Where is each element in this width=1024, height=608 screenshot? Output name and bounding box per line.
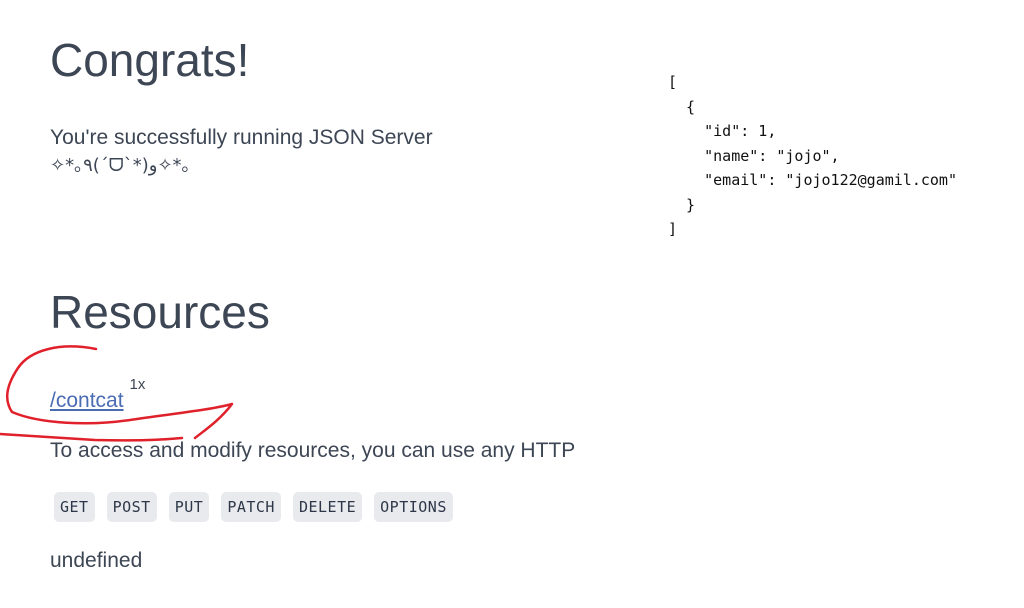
resource-item: /contcat 1x [50, 376, 145, 416]
resources-title: Resources [50, 286, 270, 338]
http-methods-list: GET POST PUT PATCH DELETE OPTIONS [54, 492, 453, 522]
resource-link-contcat[interactable]: /contcat [50, 389, 124, 412]
resource-count: 1x [129, 376, 146, 393]
method-put: PUT [168, 492, 210, 522]
method-patch: PATCH [221, 492, 281, 522]
intro-text: You're successfully running JSON Server … [50, 124, 433, 180]
method-post: POST [106, 492, 157, 522]
json-preview: [ { "id": 1, "name": "jojo", "email": "j… [668, 73, 957, 238]
congrats-title: Congrats! [50, 34, 250, 86]
kaomoji: ✧*｡٩(ˊᗜˋ*)و✧*｡ [50, 155, 191, 176]
http-description: To access and modify resources, you can … [50, 439, 576, 462]
method-delete: DELETE [292, 492, 363, 522]
intro-line: You're successfully running JSON Server [50, 126, 433, 149]
undefined-text: undefined [50, 549, 143, 572]
method-get: GET [54, 492, 95, 522]
method-options: OPTIONS [374, 492, 453, 522]
